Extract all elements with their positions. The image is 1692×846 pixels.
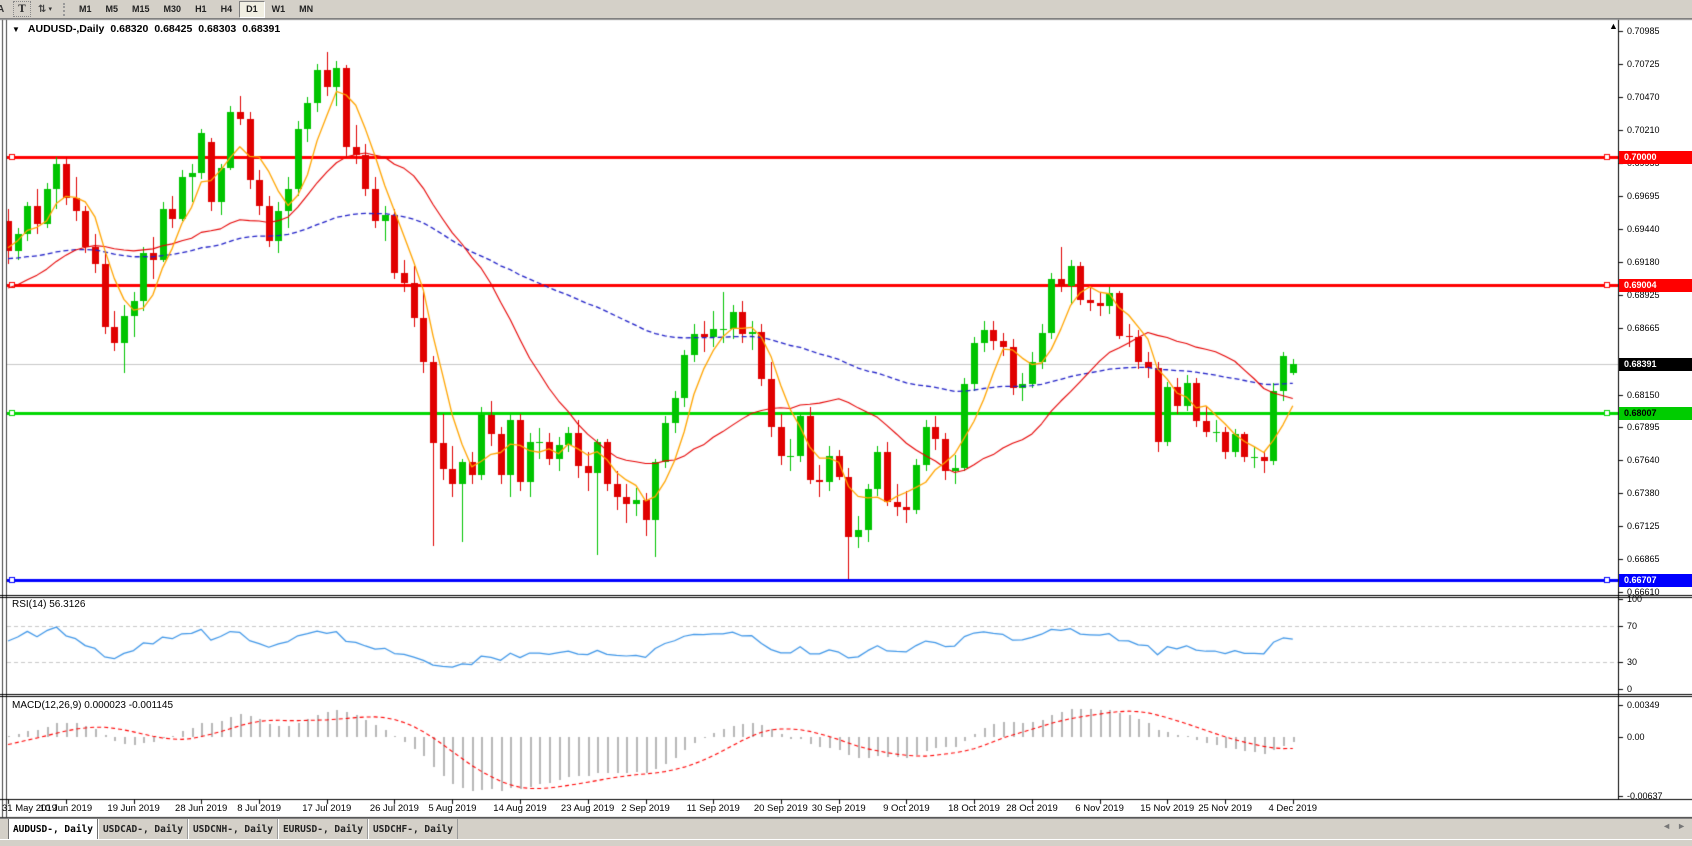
tab-scroll-left-icon[interactable]: ◄ — [1662, 821, 1671, 831]
macd-tick-label: 0.00 — [1627, 732, 1645, 742]
period-button-mn[interactable]: MN — [292, 1, 320, 18]
rsi-tick-label: 30 — [1627, 657, 1637, 667]
date-tick-label: 9 Oct 2019 — [883, 803, 929, 814]
quote-high: 0.68425 — [154, 23, 192, 35]
chart-title: ▼ AUDUSD-,Daily 0.68320 0.68425 0.68303 … — [12, 23, 280, 35]
quote-close: 0.68391 — [242, 23, 280, 35]
period-button-d1[interactable]: D1 — [239, 1, 265, 18]
quote-low: 0.68303 — [198, 23, 236, 35]
period-buttons: M1M5M15M30H1H4D1W1MN — [72, 1, 320, 18]
chart-corner-marker-icon: ▲ — [1609, 21, 1618, 31]
macd-label: MACD(12,26,9) 0.000023 -0.001145 — [12, 700, 173, 711]
period-button-m5[interactable]: M5 — [99, 1, 126, 18]
price-badge: 0.70000 — [1619, 151, 1692, 164]
chart-tab-eurusd[interactable]: EURUSD-, Daily — [278, 819, 368, 840]
tab-scroll-buttons: ◄ ► — [1662, 821, 1686, 831]
chart-tab-usdchf[interactable]: USDCHF-, Daily — [368, 819, 458, 840]
macd-tick-label: -0.00637 — [1627, 791, 1663, 801]
toolbar-separator — [63, 3, 65, 16]
price-tick-label: 0.69180 — [1627, 257, 1660, 267]
price-tick-label: 0.67125 — [1627, 521, 1660, 531]
date-tick-label: 23 Aug 2019 — [561, 803, 614, 814]
price-tick-label: 0.66865 — [1627, 554, 1660, 564]
mt4-window: { "toolbar":{ "cut_icon":"A", "text_tool… — [0, 0, 1692, 845]
period-button-w1[interactable]: W1 — [265, 1, 293, 18]
period-button-m1[interactable]: M1 — [72, 1, 99, 18]
macd-signal-value: -0.001145 — [129, 700, 173, 711]
date-tick-label: 28 Oct 2019 — [1006, 803, 1058, 814]
date-tick-label: 10 Jun 2019 — [40, 803, 92, 814]
price-badge: 0.68007 — [1619, 407, 1692, 420]
price-tick-label: 0.69695 — [1627, 191, 1660, 201]
price-tick-label: 0.70470 — [1627, 92, 1660, 102]
date-tick-label: 26 Jul 2019 — [370, 803, 419, 814]
price-tick-label: 0.67380 — [1627, 488, 1660, 498]
date-tick-label: 18 Oct 2019 — [948, 803, 1000, 814]
rsi-label: RSI(14) 56.3126 — [12, 599, 85, 610]
macd-tick-label: 0.00349 — [1627, 700, 1660, 710]
price-tick-label: 0.70210 — [1627, 125, 1660, 135]
tab-scroll-right-icon[interactable]: ► — [1677, 821, 1686, 831]
rsi-tick-label: 100 — [1627, 594, 1642, 604]
rsi-tick-label: 70 — [1627, 621, 1637, 631]
date-tick-label: 5 Aug 2019 — [428, 803, 476, 814]
arrows-icon: ⇅ — [38, 4, 46, 15]
chart-tab-audusd[interactable]: AUDUSD-, Daily — [8, 819, 98, 840]
date-tick-label: 25 Nov 2019 — [1198, 803, 1252, 814]
price-badge: 0.66707 — [1619, 574, 1692, 587]
price-tick-label: 0.68150 — [1627, 390, 1660, 400]
date-tick-label: 28 Jun 2019 — [175, 803, 227, 814]
date-tick-label: 2 Sep 2019 — [621, 803, 670, 814]
date-tick-label: 15 Nov 2019 — [1140, 803, 1194, 814]
period-button-m30[interactable]: M30 — [157, 1, 189, 18]
period-button-h4[interactable]: H4 — [214, 1, 240, 18]
cut-toolbar-icon[interactable]: A — [0, 4, 9, 15]
triangle-down-icon: ▼ — [12, 25, 20, 34]
period-button-m15[interactable]: M15 — [125, 1, 157, 18]
toolbar: A T ⇅ ▾ M1M5M15M30H1H4D1W1MN — [0, 0, 1692, 19]
date-tick-label: 20 Sep 2019 — [754, 803, 808, 814]
date-tick-label: 19 Jun 2019 — [107, 803, 159, 814]
quote-open: 0.68320 — [110, 23, 148, 35]
date-tick-label: 6 Nov 2019 — [1075, 803, 1124, 814]
period-button-h1[interactable]: H1 — [188, 1, 214, 18]
date-tick-label: 8 Jul 2019 — [237, 803, 281, 814]
date-tick-label: 17 Jul 2019 — [302, 803, 351, 814]
price-tick-label: 0.67895 — [1627, 422, 1660, 432]
rsi-value: 56.3126 — [49, 599, 85, 610]
date-tick-label: 4 Dec 2019 — [1268, 803, 1317, 814]
price-tick-label: 0.69440 — [1627, 224, 1660, 234]
tab-bar: AUDUSD-, DailyUSDCAD-, DailyUSDCNH-, Dai… — [0, 818, 1692, 840]
date-tick-label: 30 Sep 2019 — [812, 803, 866, 814]
price-tick-label: 0.67640 — [1627, 455, 1660, 465]
text-tool-button[interactable]: T — [13, 1, 31, 17]
date-tick-label: 14 Aug 2019 — [493, 803, 546, 814]
chevron-down-icon: ▾ — [48, 5, 52, 13]
date-tick-label: 11 Sep 2019 — [687, 803, 740, 814]
chart-tab-usdcnh[interactable]: USDCNH-, Daily — [188, 819, 278, 840]
chart-canvas[interactable] — [0, 0, 1692, 845]
rsi-tick-label: 0 — [1627, 684, 1632, 694]
price-tick-label: 0.70985 — [1627, 26, 1660, 36]
price-tick-label: 0.70725 — [1627, 59, 1660, 69]
chart-tab-usdcad[interactable]: USDCAD-, Daily — [98, 819, 188, 840]
arrows-dropdown-button[interactable]: ⇅ ▾ — [37, 2, 53, 16]
price-badge: 0.69004 — [1619, 279, 1692, 292]
macd-main-value: 0.000023 — [84, 700, 126, 711]
price-tick-label: 0.68665 — [1627, 323, 1660, 333]
price-badge: 0.68391 — [1619, 358, 1692, 371]
chart-symbol-label: AUDUSD-,Daily — [28, 23, 104, 35]
